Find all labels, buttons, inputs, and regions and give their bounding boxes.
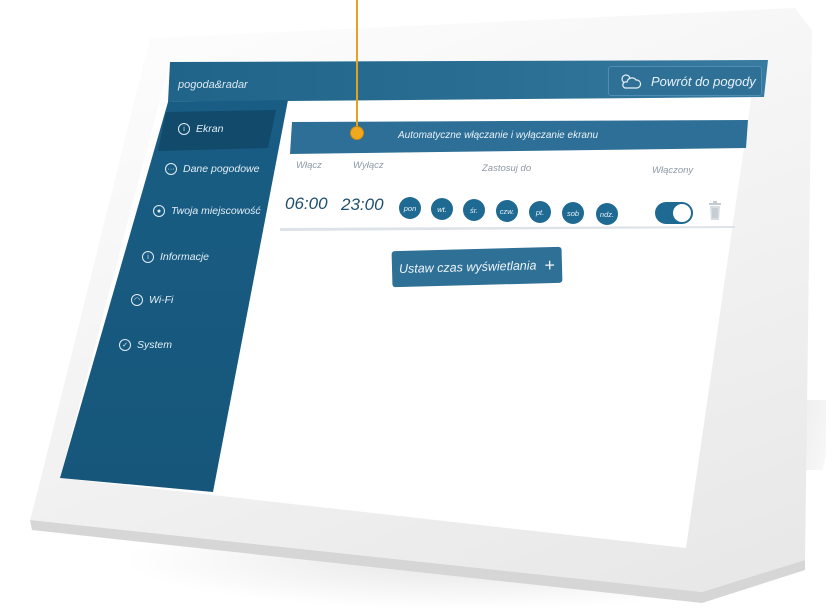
- info-icon: i: [142, 251, 154, 263]
- sidebar-item-label: Informacje: [160, 251, 210, 263]
- column-header-off: Wyłącz: [353, 160, 384, 171]
- panel-title: Automatyczne włączanie i wyłączanie ekra…: [398, 130, 599, 141]
- brand-logo: pogoda&radar: [178, 79, 248, 91]
- off-time[interactable]: 23:00: [341, 195, 384, 215]
- on-time[interactable]: 06:00: [285, 194, 328, 214]
- data-icon: ···: [165, 163, 177, 175]
- toggle-knob: [673, 204, 691, 222]
- column-header-apply: Zastosuj do: [482, 163, 532, 174]
- callout-marker: [350, 126, 364, 140]
- day-toggle-czw[interactable]: czw.: [496, 200, 518, 222]
- sidebar-item-informacje[interactable]: i Informacje: [142, 251, 209, 263]
- set-display-time-label: Ustaw czas wyświetlania: [398, 258, 537, 277]
- day-toggle-wt[interactable]: wt.: [431, 198, 453, 220]
- day-toggle-ndz[interactable]: ndz.: [596, 203, 618, 225]
- sidebar-item-label: Ekran: [196, 123, 224, 135]
- plus-icon: +: [544, 254, 556, 276]
- sidebar-item-dane-pogodowe[interactable]: ··· Dane pogodowe: [165, 163, 259, 175]
- sidebar-item-system[interactable]: ✓ System: [119, 339, 172, 351]
- sidebar-item-label: System: [137, 339, 173, 351]
- check-icon: ✓: [119, 339, 131, 351]
- sidebar-item-twoja-miejscowosc[interactable]: ● Twoja miejscowość: [153, 205, 261, 217]
- enabled-toggle[interactable]: [655, 202, 693, 224]
- day-toggle-sr[interactable]: śr.: [463, 199, 485, 221]
- sidebar-item-ekran[interactable]: i Ekran: [178, 123, 223, 135]
- sidebar-item-label: Dane pogodowe: [183, 163, 260, 175]
- wifi-icon: ◠: [131, 294, 143, 306]
- location-icon: ●: [153, 205, 165, 217]
- callout-line: [356, 0, 358, 128]
- day-toggle-pt[interactable]: pt.: [529, 201, 551, 223]
- day-toggle-sob[interactable]: sob: [562, 202, 584, 224]
- set-display-time-button[interactable]: Ustaw czas wyświetlania +: [391, 246, 563, 288]
- column-header-on: Włącz: [296, 160, 322, 171]
- trash-icon[interactable]: [708, 201, 722, 221]
- sidebar-item-label: Twoja miejscowość: [171, 205, 261, 217]
- back-to-weather-button[interactable]: Powrót do pogody: [608, 66, 762, 96]
- sidebar-item-label: Wi-Fi: [149, 294, 174, 306]
- back-button-label: Powrót do pogody: [651, 73, 756, 89]
- cloud-sun-icon: [621, 74, 642, 89]
- sidebar-item-wifi[interactable]: ◠ Wi-Fi: [131, 294, 173, 306]
- screen-icon: i: [178, 123, 190, 135]
- column-header-enabled: Włączony: [652, 165, 694, 176]
- day-toggle-pon[interactable]: pon: [399, 197, 421, 219]
